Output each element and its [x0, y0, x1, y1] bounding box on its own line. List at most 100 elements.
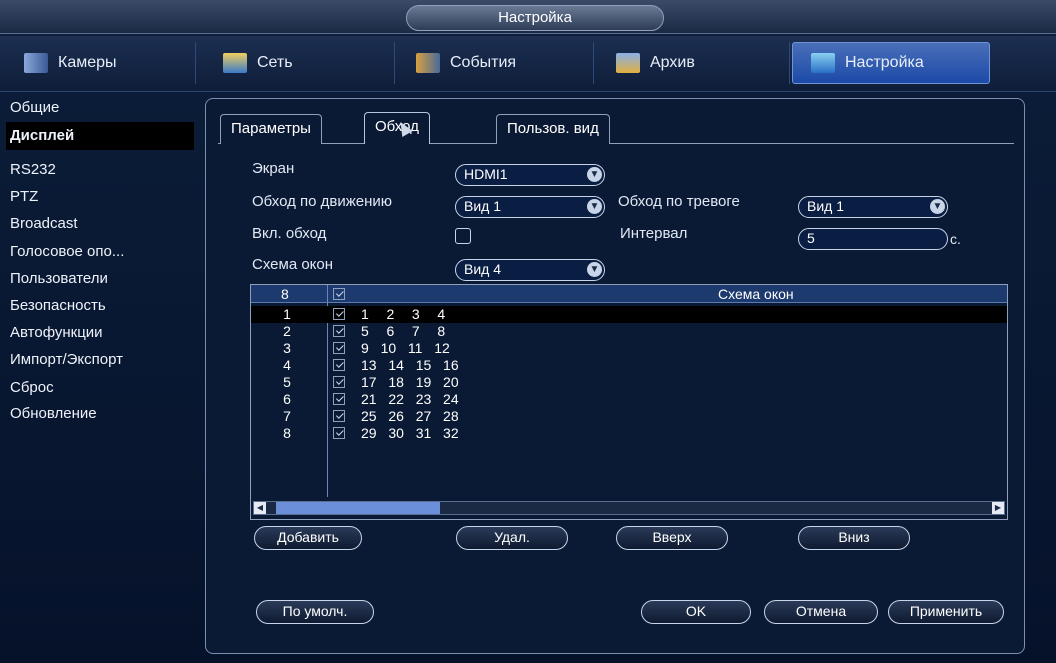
alarm-tour-label: Обход по тревоге: [618, 193, 740, 210]
nav-tab-archive[interactable]: Архив: [598, 42, 790, 84]
row-checkbox[interactable]: [333, 376, 345, 388]
row-number: 5: [283, 374, 291, 390]
header-scheme: Схема окон: [718, 286, 794, 302]
sidebar-item-ptz[interactable]: PTZ: [6, 183, 194, 211]
row-checkbox[interactable]: [333, 393, 345, 405]
interval-label: Интервал: [620, 225, 688, 242]
tab-parameters[interactable]: Параметры: [220, 114, 322, 144]
row-number: 3: [283, 340, 291, 356]
row-number: 7: [283, 408, 291, 424]
nav-tab-network[interactable]: Сеть: [205, 42, 395, 84]
window-scheme-select-value: Вид 4: [464, 261, 502, 277]
nav-tab-label: Сеть: [257, 54, 293, 71]
interval-input-value: 5: [807, 230, 815, 246]
row-scheme: 29 30 31 32: [361, 425, 459, 441]
row-scheme: 17 18 19 20: [361, 374, 459, 390]
table-row[interactable]: 6 21 22 23 24: [251, 391, 1007, 408]
sidebar-item-rs232[interactable]: RS232: [6, 156, 194, 184]
interval-unit: с.: [950, 231, 961, 247]
row-scheme: 13 14 15 16: [361, 357, 459, 373]
settings-sidebar: Общие Дисплей RS232 PTZ Broadcast Голосо…: [6, 94, 196, 654]
table-row[interactable]: 8 29 30 31 32: [251, 425, 1007, 442]
screen-label: Экран: [252, 160, 295, 177]
scroll-left-icon[interactable]: ◀: [254, 502, 266, 514]
row-scheme: 1 2 3 4: [361, 306, 446, 322]
row-scheme: 9 10 11 12: [361, 340, 450, 356]
nav-tab-settings[interactable]: Настройка: [792, 42, 990, 84]
screen-select[interactable]: HDMI1 ▼: [455, 164, 605, 186]
alarm-tour-select[interactable]: Вид 1 ▼: [798, 196, 948, 218]
table-row[interactable]: 3 9 10 11 12: [251, 340, 1007, 357]
row-checkbox[interactable]: [333, 308, 345, 320]
apply-button[interactable]: Применить: [888, 600, 1004, 624]
window-scheme-select[interactable]: Вид 4 ▼: [455, 259, 605, 281]
scrollbar-thumb[interactable]: [276, 502, 440, 514]
move-up-button[interactable]: Вверх: [616, 526, 728, 550]
main-nav: Камеры Сеть События Архив Настройка: [0, 36, 1056, 92]
row-checkbox[interactable]: [333, 325, 345, 337]
row-number: 1: [283, 306, 291, 322]
sidebar-item-broadcast[interactable]: Broadcast: [6, 210, 194, 238]
row-scheme: 21 22 23 24: [361, 391, 459, 407]
alarm-tour-select-value: Вид 1: [807, 198, 845, 214]
cameras-icon: [24, 53, 48, 73]
chevron-down-icon: ▼: [587, 199, 602, 214]
sidebar-item-reset[interactable]: Сброс: [6, 374, 194, 402]
add-button[interactable]: Добавить: [254, 526, 362, 550]
horizontal-scrollbar[interactable]: ◀ ▶: [253, 501, 1005, 515]
row-scheme: 25 26 27 28: [361, 408, 459, 424]
select-all-checkbox[interactable]: [333, 288, 345, 300]
move-down-button[interactable]: Вниз: [798, 526, 910, 550]
sidebar-item-voice[interactable]: Голосовое опо...: [6, 238, 194, 266]
chevron-down-icon: ▼: [587, 262, 602, 277]
network-icon: [223, 53, 247, 73]
row-checkbox[interactable]: [333, 342, 345, 354]
nav-tab-events[interactable]: События: [398, 42, 594, 84]
enable-tour-label: Вкл. обход: [252, 225, 327, 242]
nav-tab-label: Камеры: [58, 54, 117, 71]
table-row[interactable]: 1 1 2 3 4: [251, 306, 1007, 323]
tour-table: 8 Схема окон 1 1 2 3 4 2 5 6 7 8 3 9 10 …: [250, 284, 1008, 520]
sidebar-item-security[interactable]: Безопасность: [6, 292, 194, 320]
row-checkbox[interactable]: [333, 427, 345, 439]
table-row[interactable]: 5 17 18 19 20: [251, 374, 1007, 391]
cancel-button[interactable]: Отмена: [764, 600, 878, 624]
row-checkbox[interactable]: [333, 410, 345, 422]
events-icon: [416, 53, 440, 73]
motion-tour-label: Обход по движению: [252, 193, 393, 210]
row-checkbox[interactable]: [333, 359, 345, 371]
settings-window: Настройка Камеры Сеть События Архив Наст…: [0, 0, 1056, 663]
default-button[interactable]: По умолч.: [256, 600, 374, 624]
sidebar-item-import-export[interactable]: Импорт/Экспорт: [6, 346, 194, 374]
settings-icon: [811, 53, 835, 73]
archive-icon: [616, 53, 640, 73]
nav-tab-label: События: [450, 54, 517, 71]
interval-input[interactable]: 5: [798, 228, 948, 250]
row-number: 6: [283, 391, 291, 407]
table-header: 8 Схема окон: [251, 285, 1007, 303]
row-number: 2: [283, 323, 291, 339]
delete-button[interactable]: Удал.: [456, 526, 568, 550]
table-row[interactable]: 4 13 14 15 16: [251, 357, 1007, 374]
sidebar-item-users[interactable]: Пользователи: [6, 265, 194, 293]
tab-custom-view[interactable]: Пользов. вид: [496, 114, 610, 144]
chevron-down-icon: ▼: [587, 167, 602, 182]
ok-button[interactable]: OK: [641, 600, 751, 624]
motion-tour-select[interactable]: Вид 1 ▼: [455, 196, 605, 218]
nav-tab-cameras[interactable]: Камеры: [6, 42, 196, 84]
enable-tour-checkbox[interactable]: [455, 228, 471, 244]
row-number: 8: [283, 425, 291, 441]
scroll-right-icon[interactable]: ▶: [992, 502, 1004, 514]
screen-select-value: HDMI1: [464, 166, 508, 182]
sidebar-item-display[interactable]: Дисплей: [6, 122, 194, 150]
window-scheme-label: Схема окон: [252, 256, 334, 273]
sidebar-item-general[interactable]: Общие: [6, 94, 194, 122]
sidebar-item-update[interactable]: Обновление: [6, 400, 194, 428]
table-row[interactable]: 2 5 6 7 8: [251, 323, 1007, 340]
nav-tab-label: Настройка: [845, 54, 924, 71]
tab-bar: Параметры Обход Пользов. вид: [218, 110, 1014, 144]
table-row[interactable]: 7 25 26 27 28: [251, 408, 1007, 425]
title-bar: Настройка: [0, 0, 1056, 34]
row-number: 4: [283, 357, 291, 373]
sidebar-item-autofunctions[interactable]: Автофункции: [6, 319, 194, 347]
